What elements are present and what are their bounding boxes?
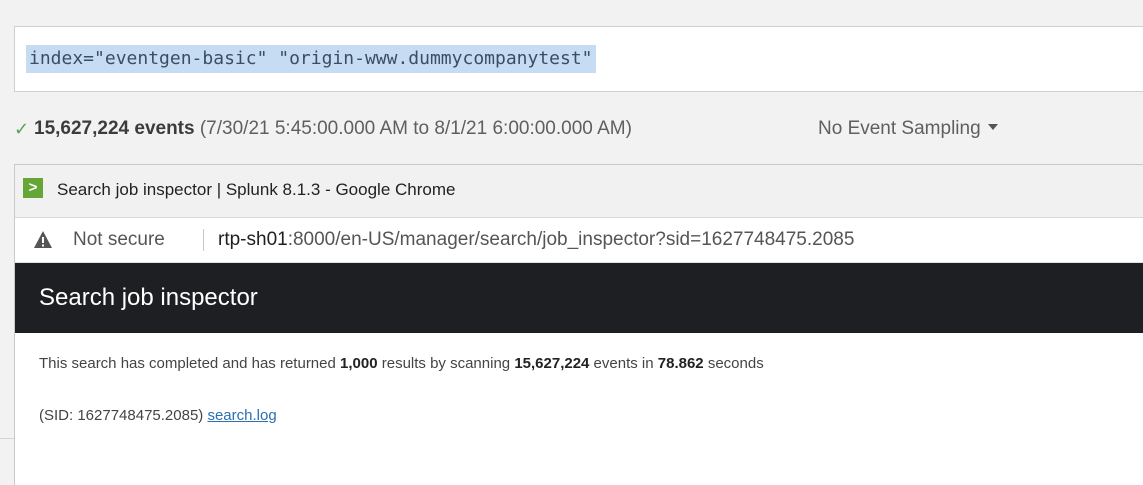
inspector-title: Search job inspector — [39, 284, 258, 311]
scanned-event-count: 15,627,224 — [514, 355, 590, 372]
inspector-body: This search has completed and has return… — [15, 333, 1143, 485]
divider — [0, 438, 14, 439]
seconds-suffix: seconds — [703, 355, 764, 372]
not-secure-label[interactable]: Not secure — [73, 218, 165, 262]
sid-line: (SID: 1627748475.2085) search.log — [39, 407, 277, 424]
result-count: 1,000 — [340, 355, 378, 372]
warning-icon[interactable] — [33, 230, 53, 250]
address-bar[interactable]: Not secure rtp-sh01:8000/en-US/manager/s… — [15, 218, 1143, 263]
window-title: Search job inspector | Splunk 8.1.3 - Go… — [57, 180, 456, 199]
url-path: :8000/en-US/manager/search/job_inspector… — [287, 229, 855, 250]
search-query-text[interactable]: index="eventgen-basic" "origin-www.dummy… — [26, 45, 596, 73]
splunk-app-icon: > — [23, 178, 43, 198]
check-icon: ✓ — [14, 119, 30, 139]
event-count-value: 15,627,224 events — [34, 118, 195, 139]
events-suffix: events in — [589, 355, 658, 372]
url-host: rtp-sh01 — [218, 229, 288, 250]
completion-middle: results by scanning — [377, 355, 515, 372]
completion-message: This search has completed and has return… — [39, 355, 764, 372]
window-titlebar[interactable]: > Search job inspector | Splunk 8.1.3 - … — [15, 165, 1143, 218]
url-divider — [203, 229, 204, 251]
url-text[interactable]: rtp-sh01:8000/en-US/manager/search/job_i… — [218, 218, 854, 262]
search-log-link[interactable]: search.log — [207, 407, 276, 424]
event-sampling-dropdown[interactable]: No Event Sampling — [818, 114, 998, 144]
duration-seconds: 78.862 — [657, 355, 704, 372]
search-summary: ✓ 15,627,224 events (7/30/21 5:45:00.000… — [0, 114, 1143, 144]
event-sampling-label: No Event Sampling — [818, 118, 981, 139]
search-bar[interactable]: index="eventgen-basic" "origin-www.dummy… — [14, 26, 1143, 92]
event-count[interactable]: 15,627,224 events (7/30/21 5:45:00.000 A… — [34, 114, 632, 144]
completion-prefix: This search has completed and has return… — [39, 355, 341, 372]
splunk-search-page: index="eventgen-basic" "origin-www.dummy… — [0, 0, 1143, 485]
chrome-window: > Search job inspector | Splunk 8.1.3 - … — [14, 164, 1143, 485]
time-range: (7/30/21 5:45:00.000 AM to 8/1/21 6:00:0… — [199, 118, 632, 139]
inspector-header: Search job inspector — [15, 263, 1143, 333]
caret-down-icon — [987, 123, 998, 130]
sid-text: (SID: 1627748475.2085) — [39, 407, 208, 424]
